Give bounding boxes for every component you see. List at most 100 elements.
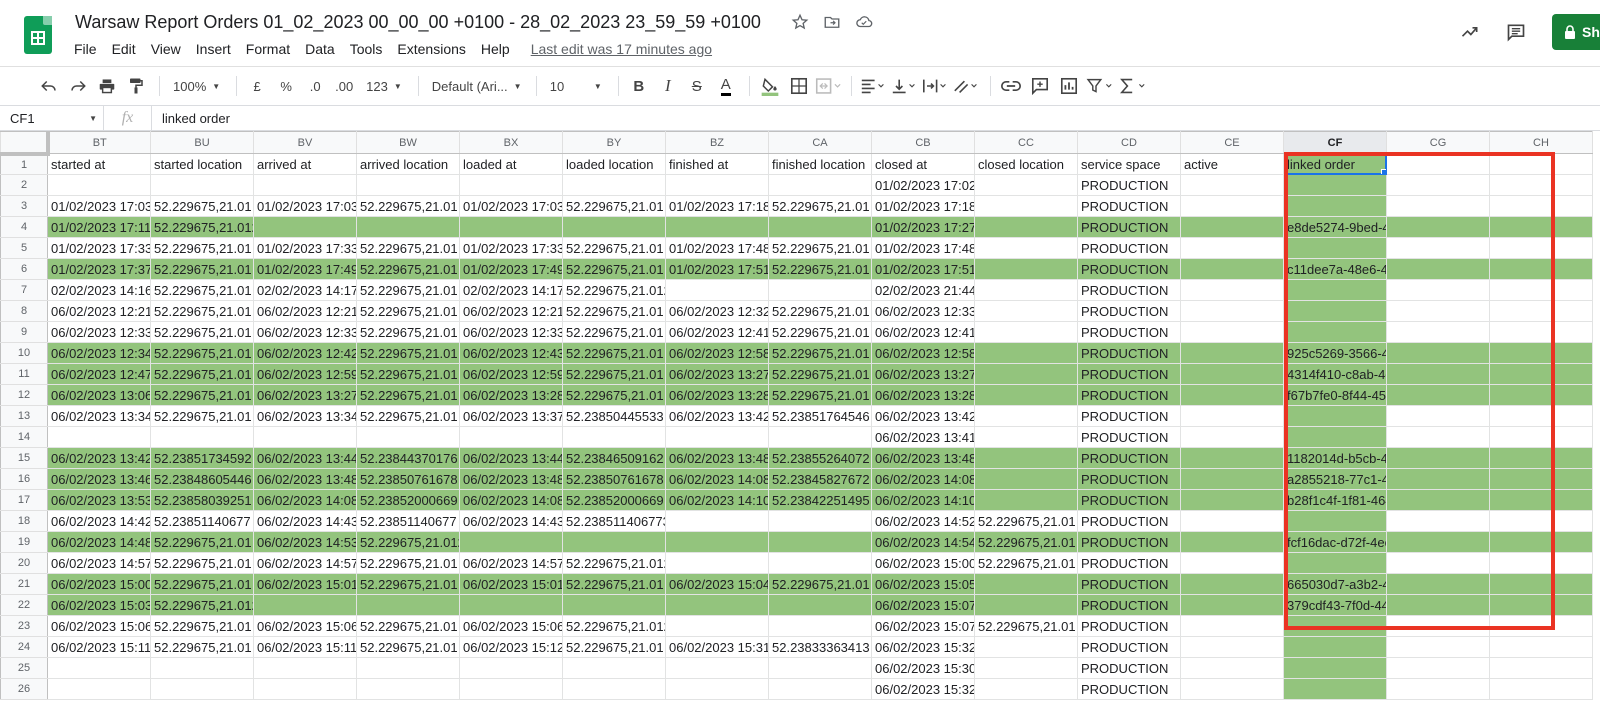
cell-cd5[interactable]: PRODUCTION [1077,237,1181,259]
cell-bu4[interactable]: 52.229675,21.0122283 [150,216,254,238]
column-header-cc[interactable]: CC [974,131,1078,154]
cell-cb25[interactable]: 06/02/2023 15:30:34 +0100 [871,657,975,679]
column-header-ca[interactable]: CA [768,131,872,154]
cell-cc12[interactable] [974,384,1078,406]
cell-bz15[interactable]: 06/02/2023 13:48 [665,447,769,469]
cell-bv7[interactable]: 02/02/2023 14:17 [253,279,357,301]
cell-ch3[interactable] [1489,195,1593,217]
vertical-align-icon[interactable] [890,72,918,100]
cell-ce10[interactable] [1180,342,1284,364]
document-title[interactable]: Warsaw Report Orders 01_02_2023 00_00_00… [75,12,761,33]
cell-ca22[interactable] [768,594,872,616]
cell-ch6[interactable] [1489,258,1593,280]
cell-by24[interactable]: 52.229675,21.01 [562,636,666,658]
cell-bz8[interactable]: 06/02/2023 12:32 [665,300,769,322]
cell-ca10[interactable]: 52.229675,21.01 [768,342,872,364]
cell-cb22[interactable]: 06/02/2023 15:07:32 +0100 [871,594,975,616]
cell-cb5[interactable]: 01/02/2023 17:48:19 +0100 [871,237,975,259]
cell-by14[interactable] [562,426,666,448]
cell-cg13[interactable] [1386,405,1490,427]
row-header[interactable]: 24 [0,636,48,658]
cell-cf11[interactable]: 4314f410-c8ab-4e33-a1a4-43151072d6bd [1283,363,1387,385]
cell-cf8[interactable] [1283,300,1387,322]
cell-ca25[interactable] [768,657,872,679]
row-header[interactable]: 23 [0,615,48,637]
cell-bw21[interactable]: 52.229675,21.01 [356,573,460,595]
row-header[interactable]: 14 [0,426,48,448]
column-header-cg[interactable]: CG [1386,131,1490,154]
share-button[interactable]: Sh [1552,14,1600,50]
row-header[interactable]: 21 [0,573,48,595]
cell-bw6[interactable]: 52.229675,21.01 [356,258,460,280]
cell-cg1[interactable] [1386,153,1490,175]
cell-bv14[interactable] [253,426,357,448]
cell-bt24[interactable]: 06/02/2023 15:11 [47,636,151,658]
row-header[interactable]: 17 [0,489,48,511]
cell-ce23[interactable] [1180,615,1284,637]
cell-by20[interactable]: 52.229675,21.0122283 [562,552,666,574]
cell-bx25[interactable] [459,657,563,679]
cell-bv25[interactable] [253,657,357,679]
fill-color-icon[interactable] [757,72,783,100]
cell-bt17[interactable]: 06/02/2023 13:53 [47,489,151,511]
cell-bu2[interactable] [150,174,254,196]
menu-help[interactable]: Help [481,41,510,57]
cell-cd26[interactable]: PRODUCTION [1077,678,1181,700]
cell-bx13[interactable]: 06/02/2023 13:37 [459,405,563,427]
cell-bx26[interactable] [459,678,563,700]
cell-ch15[interactable] [1489,447,1593,469]
text-rotation-icon[interactable] [952,72,980,100]
cell-cd20[interactable]: PRODUCTION [1077,552,1181,574]
cell-bw24[interactable]: 52.229675,21.01 [356,636,460,658]
star-icon[interactable] [790,12,810,32]
cell-bx6[interactable]: 01/02/2023 17:49 [459,258,563,280]
cell-bu21[interactable]: 52.229675,21.01 [150,573,254,595]
cell-ch5[interactable] [1489,237,1593,259]
cell-bv22[interactable] [253,594,357,616]
cell-bt6[interactable]: 01/02/2023 17:37 [47,258,151,280]
cell-cg23[interactable] [1386,615,1490,637]
cell-cb19[interactable]: 06/02/2023 14:54 [871,531,975,553]
cell-bu16[interactable]: 52.23848605446 [150,468,254,490]
cell-ca24[interactable]: 52.23833363413 [768,636,872,658]
column-header-bu[interactable]: BU [150,131,254,154]
cell-by1[interactable]: loaded location [562,153,666,175]
cell-cg25[interactable] [1386,657,1490,679]
cell-cd21[interactable]: PRODUCTION [1077,573,1181,595]
cell-bw13[interactable]: 52.229675,21.01 [356,405,460,427]
row-header[interactable]: 7 [0,279,48,301]
cell-cd11[interactable]: PRODUCTION [1077,363,1181,385]
insert-link-icon[interactable] [998,72,1024,100]
cell-cf2[interactable] [1283,174,1387,196]
cell-by12[interactable]: 52.229675,21.01 [562,384,666,406]
cell-ca11[interactable]: 52.229675,21.01 [768,363,872,385]
cell-bz17[interactable]: 06/02/2023 14:10 [665,489,769,511]
cell-ce18[interactable] [1180,510,1284,532]
cell-by26[interactable] [562,678,666,700]
cell-bt22[interactable]: 06/02/2023 15:03 [47,594,151,616]
cell-bw4[interactable] [356,216,460,238]
cell-by21[interactable]: 52.229675,21.01 [562,573,666,595]
cell-ce24[interactable] [1180,636,1284,658]
cell-bt26[interactable] [47,678,151,700]
cell-ch26[interactable] [1489,678,1593,700]
cell-ce15[interactable] [1180,447,1284,469]
cell-bt18[interactable]: 06/02/2023 14:42 [47,510,151,532]
cell-cb23[interactable]: 06/02/2023 15:07 [871,615,975,637]
row-header[interactable]: 3 [0,195,48,217]
cell-cf15[interactable]: 1182014d-b5cb-42fd-ac3f-ce6f16c97f30 [1283,447,1387,469]
cell-cg6[interactable] [1386,258,1490,280]
cell-ce2[interactable] [1180,174,1284,196]
cell-bu13[interactable]: 52.229675,21.01 [150,405,254,427]
cell-cf1[interactable]: linked order [1283,153,1387,175]
cell-bu19[interactable]: 52.229675,21.01 [150,531,254,553]
cell-cb13[interactable]: 06/02/2023 13:42:54 +0100 [871,405,975,427]
cell-cf13[interactable] [1283,405,1387,427]
cell-cc18[interactable]: 52.229675,21.01 [974,510,1078,532]
cell-cf20[interactable] [1283,552,1387,574]
cell-bx15[interactable]: 06/02/2023 13:44 [459,447,563,469]
cell-by9[interactable]: 52.229675,21.01 [562,321,666,343]
cell-bz21[interactable]: 06/02/2023 15:04 [665,573,769,595]
column-header-bv[interactable]: BV [253,131,357,154]
cell-bu6[interactable]: 52.229675,21.01 [150,258,254,280]
